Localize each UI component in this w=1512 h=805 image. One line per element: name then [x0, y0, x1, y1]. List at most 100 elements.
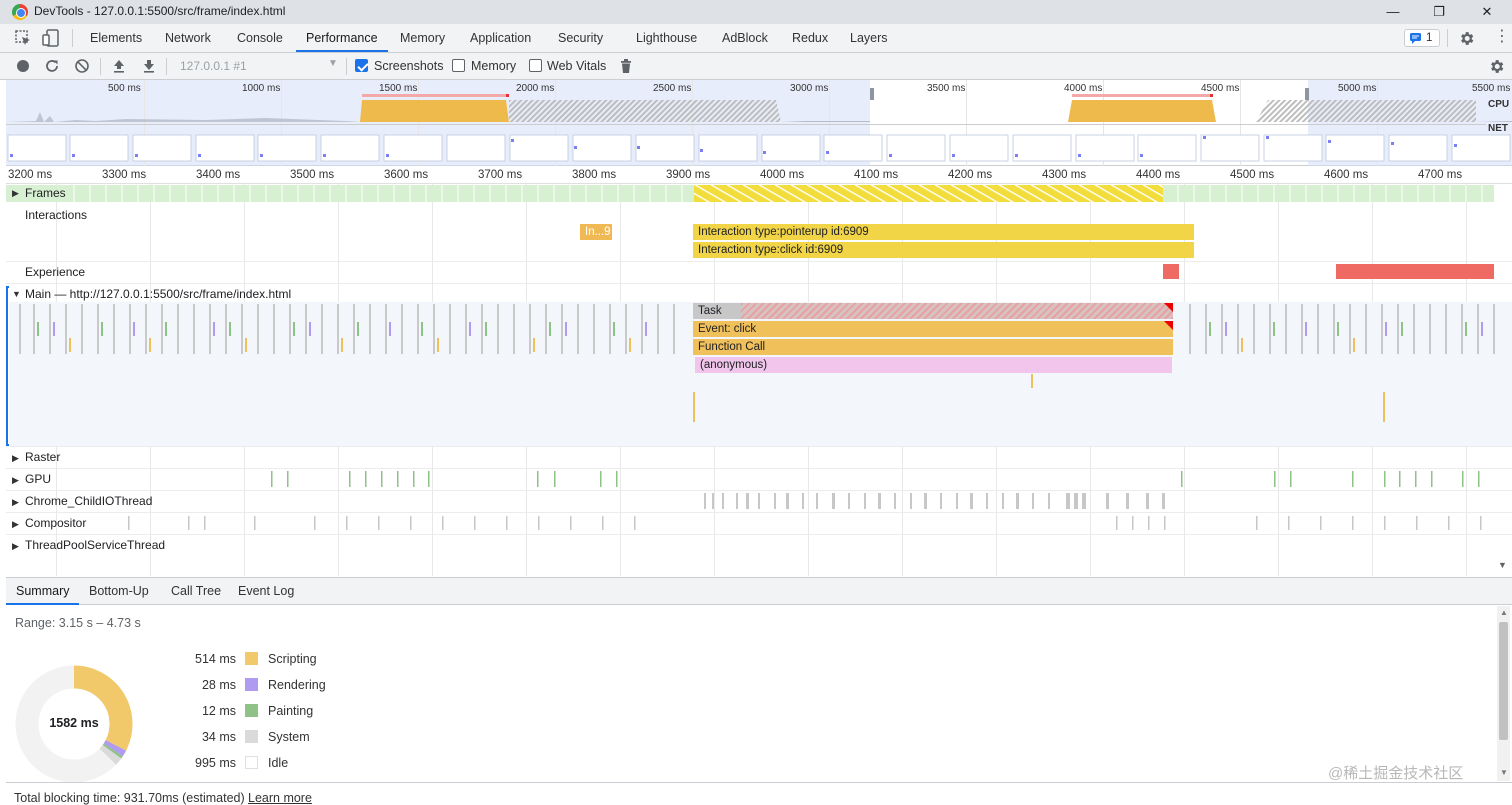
tab-call-tree[interactable]: Call Tree	[161, 578, 231, 605]
tab-redux[interactable]: Redux	[782, 24, 838, 52]
ruler-tick: 4700 ms	[1418, 169, 1463, 181]
event-click-block[interactable]: Event: click	[693, 321, 1173, 337]
divider	[6, 512, 1512, 513]
expand-triangle-icon[interactable]: ▶	[12, 541, 19, 552]
layout-shift-cluster[interactable]	[1336, 264, 1494, 279]
layout-shift-block[interactable]	[1163, 264, 1179, 279]
tab-network[interactable]: Network	[155, 24, 221, 52]
net-label: NET	[1488, 123, 1508, 134]
summary-scrollbar-thumb[interactable]	[1499, 622, 1508, 740]
divider	[6, 534, 1512, 535]
reload-record-icon[interactable]	[44, 58, 60, 74]
garbage-collect-icon[interactable]	[619, 58, 633, 74]
ruler-tick: 4600 ms	[1324, 169, 1369, 181]
interaction-pointerup-block[interactable]: Interaction type:pointerup id:6909	[693, 224, 1194, 240]
timeline-overview[interactable]: 500 ms 1000 ms 1500 ms 2000 ms 2500 ms 3…	[6, 80, 1512, 166]
ruler-tick: 4400 ms	[1136, 169, 1181, 181]
ruler-tick: 4300 ms	[1042, 169, 1087, 181]
interaction-short-block[interactable]: In...9	[580, 224, 612, 240]
divider	[72, 29, 73, 47]
scroll-up-icon[interactable]: ▲	[1500, 608, 1508, 617]
ruler-tick: 3600 ms	[384, 169, 429, 181]
ruler-tick: 3500 ms	[290, 169, 335, 181]
tab-bottom-up[interactable]: Bottom-Up	[79, 578, 159, 605]
screenshots-checkbox[interactable]	[355, 59, 368, 72]
scroll-down-icon[interactable]: ▼	[1500, 768, 1508, 777]
web-vitals-checkbox[interactable]	[529, 59, 542, 72]
task-block[interactable]: Task	[693, 303, 741, 319]
divider	[6, 261, 1512, 262]
tab-memory[interactable]: Memory	[390, 24, 455, 52]
upload-profile-icon[interactable]	[111, 58, 127, 74]
issues-badge[interactable]: 1	[1404, 29, 1440, 47]
screenshots-label[interactable]: Screenshots	[374, 59, 443, 73]
inspect-element-icon[interactable]	[14, 29, 32, 47]
legend-label: Idle	[268, 756, 289, 770]
learn-more-link[interactable]: Learn more	[248, 791, 312, 805]
legend-value: 28 ms	[201, 678, 236, 692]
tab-lighthouse[interactable]: Lighthouse	[626, 24, 707, 52]
window-title-bar: DevTools - 127.0.0.1:5500/src/frame/inde…	[0, 0, 1512, 24]
childio-activity	[704, 493, 1165, 509]
expand-triangle-icon[interactable]: ▶	[12, 188, 19, 199]
tab-application[interactable]: Application	[460, 24, 541, 52]
close-window-button[interactable]: ✕	[1472, 2, 1502, 22]
long-task-overrun[interactable]	[741, 303, 1173, 319]
ruler-tick: 4000 ms	[760, 169, 805, 181]
tab-console[interactable]: Console	[227, 24, 293, 52]
gpu-activity	[271, 471, 1480, 487]
threadpool-track-label[interactable]: ThreadPoolServiceThread	[25, 538, 165, 552]
tab-layers[interactable]: Layers	[840, 24, 898, 52]
more-options-icon[interactable]: ⋮	[1494, 28, 1510, 46]
legend-label: Rendering	[268, 678, 326, 692]
web-vitals-label[interactable]: Web Vitals	[547, 59, 606, 73]
legend-swatch-idle	[245, 756, 258, 769]
target-select[interactable]: 127.0.0.1 #1	[180, 59, 247, 73]
legend-swatch-painting	[245, 704, 258, 717]
message-icon	[1410, 33, 1421, 44]
frames-track-label[interactable]: Frames	[25, 186, 66, 200]
performance-toolbar: 127.0.0.1 #1 ▼ Screenshots Memory Web Vi…	[0, 53, 1512, 80]
capture-settings-gear-icon[interactable]	[1488, 58, 1505, 75]
function-call-block[interactable]: Function Call	[693, 339, 1173, 355]
ruler-tick: 4100 ms	[854, 169, 899, 181]
legend-value: 995 ms	[195, 756, 236, 770]
clear-icon[interactable]	[74, 58, 90, 74]
tab-performance[interactable]: Performance	[296, 24, 388, 52]
chevron-down-icon[interactable]: ▼	[328, 58, 338, 69]
tab-elements[interactable]: Elements	[80, 24, 152, 52]
experience-track-label: Experience	[25, 265, 86, 279]
compositor-activity	[128, 516, 1482, 530]
interaction-click-block[interactable]: Interaction type:click id:6909	[693, 242, 1194, 258]
download-profile-icon[interactable]	[141, 58, 157, 74]
memory-label[interactable]: Memory	[471, 59, 516, 73]
ruler-tick: 3400 ms	[196, 169, 241, 181]
tab-event-log[interactable]: Event Log	[228, 578, 304, 605]
maximize-button[interactable]: ❐	[1424, 2, 1454, 22]
tab-adblock[interactable]: AdBlock	[712, 24, 778, 52]
ruler-tick: 3700 ms	[478, 169, 523, 181]
net-baseline	[6, 124, 1486, 125]
divider	[1447, 29, 1448, 47]
record-icon[interactable]	[16, 59, 30, 73]
minimize-button[interactable]: —	[1378, 2, 1408, 22]
settings-gear-icon[interactable]	[1458, 30, 1475, 47]
ruler-tick: 3800 ms	[572, 169, 617, 181]
main-track-label[interactable]: Main — http://127.0.0.1:5500/src/frame/i…	[25, 287, 291, 301]
divider	[6, 283, 1512, 284]
tab-security[interactable]: Security	[548, 24, 613, 52]
device-toolbar-icon[interactable]	[42, 29, 60, 47]
ruler-tick: 3300 ms	[102, 169, 147, 181]
tab-summary[interactable]: Summary	[6, 578, 80, 605]
collapse-triangle-icon[interactable]: ▼	[12, 289, 21, 299]
raster-track-label[interactable]: Raster	[25, 450, 60, 464]
anonymous-function-block[interactable]: (anonymous)	[695, 357, 1172, 373]
scroll-down-icon[interactable]: ▼	[1498, 560, 1507, 570]
expand-triangle-icon[interactable]: ▶	[12, 453, 19, 464]
divider	[6, 490, 1512, 491]
legend-swatch-system	[245, 730, 258, 743]
divider	[6, 446, 1512, 447]
legend-swatch-scripting	[245, 652, 258, 665]
ruler-tick: 4200 ms	[948, 169, 993, 181]
memory-checkbox[interactable]	[452, 59, 465, 72]
